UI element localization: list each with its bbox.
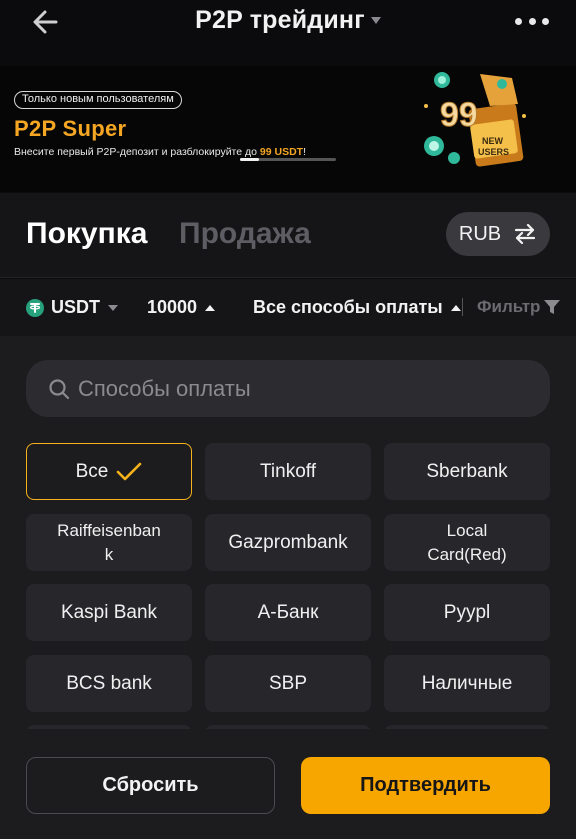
tab-buy[interactable]: Покупка [26,217,147,251]
filter-button[interactable]: Фильтр [477,297,561,317]
chevron-up-icon [205,304,216,311]
payment-method-chip[interactable]: Kaspi Bank [26,584,192,641]
payment-method-chip[interactable]: Sberbank [384,443,550,500]
top-bar: P2P трейдинг [0,0,576,64]
gift-box-icon: 99 NEW USERS [424,72,526,167]
confirm-button[interactable]: Подтвердить [301,757,550,814]
payment-method-label: Все [75,460,109,482]
banner-highlight: 99 USDT [259,146,304,158]
banner-badge: Только новым пользователям [14,91,182,109]
more-button[interactable] [515,18,549,26]
trade-side-bar: Покупка Продажа RUB [0,193,576,278]
search-icon [49,378,70,399]
payment-method-chip[interactable]: Local Card(Red) [384,514,550,571]
payment-method-label: Pyypl [443,601,491,623]
banner-art-number: 99 [440,96,478,134]
banner-carousel-indicator [240,158,336,161]
chevron-down-icon [370,17,381,25]
payment-method-label: Gazprombank [228,531,348,553]
payment-search-input[interactable]: Способы оплаты [26,360,550,417]
checkmark-icon [117,462,142,480]
fiat-currency-button[interactable]: RUB [446,212,550,256]
payment-method-label: BCS bank [66,672,152,694]
coin-label: USDT [51,297,100,317]
reset-button[interactable]: Сбросить [26,757,275,814]
action-bar: Сбросить Подтвердить [0,729,576,839]
banner-description: Внесите первый P2P-депозит и разблокируй… [14,146,306,158]
payment-method-label: Наличные [421,672,513,694]
payment-method-label: А-Банк [257,601,319,623]
coin-selector[interactable]: USDT [26,297,118,318]
payment-method-chip[interactable]: Gazprombank [205,514,371,571]
payment-method-label: Kaspi Bank [60,601,158,623]
filter-label: Фильтр [477,297,541,316]
filter-bar: USDT 10000 Все способы оплаты Фильтр [0,279,576,336]
banner-title: P2P Super [14,116,127,141]
funnel-icon [544,300,561,314]
promo-banner[interactable]: Только новым пользователям P2P Super Вне… [0,66,576,192]
payment-method-chip[interactable]: SBP [205,655,371,712]
payment-method-chip[interactable]: Все [26,443,192,500]
payment-method-chip[interactable]: Tinkoff [205,443,371,500]
payment-method-label: Tinkoff [260,460,316,482]
search-placeholder: Способы оплаты [78,375,251,401]
fiat-currency-label: RUB [458,222,502,245]
banner-desc-text: Внесите первый P2P-депозит и разблокируй… [14,146,260,158]
tab-sell[interactable]: Продажа [179,217,311,251]
banner-art-line1: NEW [482,136,504,146]
payment-method-chip[interactable]: Raiffeisenban k [26,514,192,571]
more-dot [528,18,536,25]
tether-icon [26,298,44,317]
payment-method-label: Raiffeisenban k [57,520,161,564]
payment-method-label: Sberbank [426,460,508,482]
payment-method-chip[interactable]: Pyypl [384,584,550,641]
payment-method-grid: Все Tinkoff Sberbank Raiffeisenban k Gazprom… [26,443,550,733]
swap-icon [515,224,536,244]
amount-label: 10000 [147,297,198,317]
payment-method-label: Все способы оплаты [253,297,443,317]
payment-method-label: SBP [268,672,308,694]
payment-method-chip[interactable]: Наличные [384,655,550,712]
chevron-down-icon [108,304,118,311]
title-dropdown[interactable]: P2P трейдинг [0,6,576,35]
more-dot [542,18,549,25]
banner-desc-end: ! [303,146,307,158]
amount-selector[interactable]: 10000 [147,297,216,318]
chevron-up-icon [450,304,461,311]
page-title: P2P трейдинг [195,6,365,34]
banner-art-line2: USERS [478,147,509,157]
payment-method-selector[interactable]: Все способы оплаты [253,297,461,318]
payment-method-chip[interactable]: А-Банк [205,584,371,641]
payment-method-chip[interactable]: BCS bank [26,655,192,712]
payment-method-label: Local Card(Red) [427,520,507,564]
more-horizontal-icon [515,18,522,25]
banner-progress-fill [240,158,260,161]
filter-divider [462,298,463,316]
